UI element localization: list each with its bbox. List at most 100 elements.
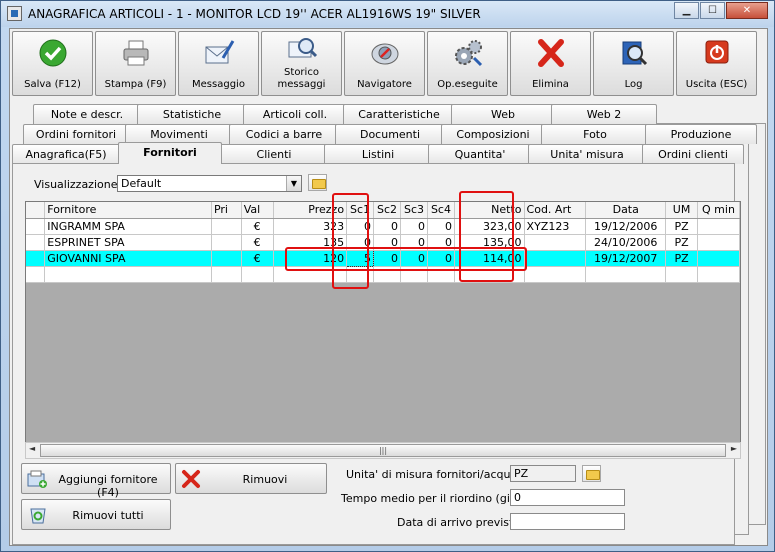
cell-pri[interactable] (211, 218, 242, 235)
message-button[interactable]: Messaggio (178, 31, 259, 96)
navigator-button[interactable]: Navigatore (344, 31, 425, 96)
exit-icon (705, 40, 729, 64)
cell-um[interactable]: PZ (665, 250, 698, 267)
cell-fornitore[interactable]: INGRAMM SPA (44, 218, 212, 235)
cell-cod-art[interactable] (524, 250, 587, 267)
cell-fornitore[interactable]: GIOVANNI SPA (44, 250, 212, 267)
tab-note-descr[interactable]: Note e descr. (33, 104, 141, 124)
tab-codici-a-barre[interactable]: Codici a barre (229, 124, 339, 144)
log-icon (622, 41, 648, 66)
remove-all-button[interactable]: Rimuovi tutti (21, 499, 171, 530)
printer-icon (123, 40, 149, 66)
add-supplier-button[interactable]: Aggiungi fornitore (F4) (21, 463, 171, 499)
cell-q-min[interactable] (697, 218, 740, 235)
print-button[interactable]: Stampa (F9) (95, 31, 176, 96)
column-header[interactable]: Sc3 (400, 202, 428, 219)
tab-anagrafica[interactable]: Anagrafica(F5) (12, 144, 120, 164)
tempo-field[interactable]: 0 (510, 489, 625, 506)
cell-fornitore[interactable]: ESPRINET SPA (44, 234, 212, 251)
tab-unita-misura[interactable]: Unita' misura (528, 144, 646, 164)
toolbar: Salva (F12) Stampa (F9) Messaggio Storic… (12, 31, 765, 97)
main-window: ANAGRAFICA ARTICOLI - 1 - MONITOR LCD 19… (0, 0, 775, 552)
cell-pri[interactable] (211, 234, 242, 251)
save-button[interactable]: Salva (F12) (12, 31, 93, 96)
history-icon (288, 38, 318, 58)
column-header[interactable]: UM (665, 202, 698, 219)
maximize-button[interactable]: ☐ (700, 2, 725, 19)
tab-quantita[interactable]: Quantita' (428, 144, 532, 164)
cell-um[interactable]: PZ (665, 218, 698, 235)
suppliers-grid[interactable]: Fornitore Pri Val Prezzo Sc1 Sc2 Sc3 Sc4… (25, 201, 741, 459)
minimize-button[interactable]: ▁ (674, 2, 699, 19)
cell-q-min[interactable] (697, 250, 740, 267)
remove-button[interactable]: Rimuovi (175, 463, 327, 494)
highlight-sc1-column (332, 193, 369, 289)
tab-composizioni[interactable]: Composizioni (441, 124, 545, 144)
close-button[interactable]: ✕ (726, 2, 768, 19)
tab-listini[interactable]: Listini (324, 144, 432, 164)
tab-ordini-clienti[interactable]: Ordini clienti (642, 144, 744, 164)
scrollbar-thumb[interactable]: ||| (40, 444, 726, 457)
scroll-right-icon[interactable]: ► (731, 444, 737, 453)
cell-val[interactable]: € (241, 218, 274, 235)
add-supplier-icon (27, 470, 47, 488)
tab-movimenti[interactable]: Movimenti (125, 124, 233, 144)
column-header[interactable]: Sc2 (373, 202, 402, 219)
scroll-left-icon[interactable]: ◄ (29, 444, 35, 453)
column-header[interactable]: Pri (211, 202, 242, 219)
folder-icon[interactable] (308, 174, 327, 191)
log-button[interactable]: Log (593, 31, 674, 96)
tab-web[interactable]: Web (451, 104, 555, 124)
cell-pri[interactable] (211, 250, 242, 267)
chevron-down-icon[interactable]: ▼ (286, 176, 301, 191)
um-label: Unita' di misura fornitori/acquisto : (346, 468, 538, 481)
column-header[interactable]: Cod. Art (524, 202, 587, 219)
column-header[interactable]: Val (241, 202, 274, 219)
cell-data[interactable]: 19/12/2007 (585, 250, 667, 267)
tab-ordini-fornitori[interactable]: Ordini fornitori (23, 124, 129, 144)
tab-clienti[interactable]: Clienti (220, 144, 328, 164)
cell-q-min[interactable] (697, 234, 740, 251)
title-bar: ANAGRAFICA ARTICOLI - 1 - MONITOR LCD 19… (1, 1, 774, 27)
column-header[interactable]: Q min (697, 202, 740, 219)
cell-data[interactable]: 19/12/2006 (585, 218, 667, 235)
delete-button[interactable]: Elimina (510, 31, 591, 96)
cell-cod-art[interactable] (524, 234, 587, 251)
check-icon (39, 39, 67, 67)
cell-sc2[interactable]: 0 (373, 218, 402, 235)
column-header[interactable]: Data (585, 202, 667, 219)
cell-cod-art[interactable]: XYZ123 (524, 218, 587, 235)
message-icon (205, 40, 235, 64)
tab-foto[interactable]: Foto (541, 124, 649, 144)
tab-web-2[interactable]: Web 2 (551, 104, 657, 124)
tab-caratteristiche[interactable]: Caratteristiche (343, 104, 455, 124)
tab-fornitori[interactable]: Fornitori (118, 142, 222, 164)
exit-button[interactable]: Uscita (ESC) (676, 31, 757, 96)
grid-header-row: Fornitore Pri Val Prezzo Sc1 Sc2 Sc3 Sc4… (26, 202, 740, 219)
cell-val[interactable]: € (241, 250, 274, 267)
folder-icon[interactable] (582, 465, 601, 482)
tab-articoli-coll[interactable]: Articoli coll. (243, 104, 347, 124)
cell-um[interactable]: PZ (665, 234, 698, 251)
table-row[interactable]: INGRAMM SPA € 323 0 0 0 0 323,00 XYZ123 … (26, 218, 740, 235)
horizontal-scrollbar[interactable]: ◄ ||| ► (25, 442, 741, 459)
cell-sc4[interactable]: 0 (427, 218, 455, 235)
tab-statistiche[interactable]: Statistiche (137, 104, 247, 124)
gears-icon (455, 40, 483, 67)
operations-button[interactable]: Op.eseguite (427, 31, 508, 96)
column-header[interactable]: Sc4 (427, 202, 455, 219)
window-title: ANAGRAFICA ARTICOLI - 1 - MONITOR LCD 19… (28, 7, 481, 21)
cell-val[interactable]: € (241, 234, 274, 251)
view-select[interactable]: Default ▼ (117, 175, 302, 192)
view-label: Visualizzazione : (34, 178, 125, 191)
cell-sc3[interactable]: 0 (400, 218, 428, 235)
column-header[interactable]: Fornitore (44, 202, 212, 219)
tab-produzione[interactable]: Produzione (645, 124, 757, 144)
cell-data[interactable]: 24/10/2006 (585, 234, 667, 251)
tab-documenti[interactable]: Documenti (335, 124, 445, 144)
um-field[interactable]: PZ (510, 465, 576, 482)
app-icon (7, 6, 22, 21)
data-arrivo-label: Data di arrivo prevista : (397, 516, 528, 529)
message-history-button[interactable]: Storico messaggi (261, 31, 342, 96)
data-arrivo-field[interactable] (510, 513, 625, 530)
